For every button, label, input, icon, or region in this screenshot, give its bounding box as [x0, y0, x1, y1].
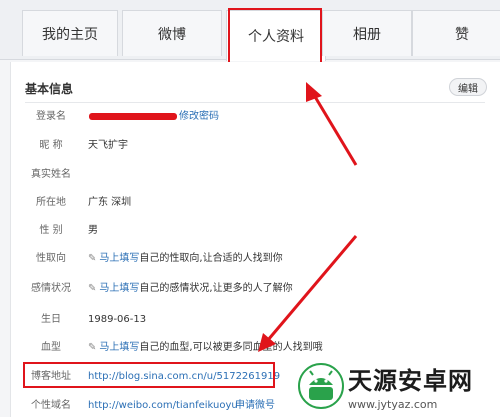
tab-like[interactable]: 赞: [412, 10, 500, 56]
blood-label: 血型: [41, 342, 61, 353]
fill-in-link[interactable]: 马上填写: [99, 253, 139, 264]
birthday-value: 1989-06-13: [88, 314, 147, 325]
row-blood: 血型 ✎ 马上填写自己的血型,可以被更多同血型的人找到哦: [11, 338, 500, 358]
realname-label: 真实姓名: [31, 169, 71, 180]
android-robot-icon: [298, 363, 344, 409]
highlight-box-profile-tab: [228, 8, 322, 67]
relationship-value: ✎ 马上填写自己的感情状况,让更多的人了解你: [88, 279, 293, 299]
domain-url-link[interactable]: http://weibo.com/tianfeikuoyu: [88, 396, 238, 416]
highlight-box-blog: [23, 362, 275, 388]
pencil-icon: ✎: [88, 253, 97, 264]
blood-hint: 自己的血型,可以被更多同血型的人找到哦: [139, 342, 323, 353]
relationship-hint: 自己的感情状况,让更多的人了解你: [139, 283, 293, 294]
location-value: 广东 深圳: [88, 197, 132, 208]
row-relationship: 感情状况 ✎ 马上填写自己的感情状况,让更多的人了解你: [11, 279, 500, 299]
redacted-login-name: [89, 113, 177, 120]
row-birthday: 生日 1989-06-13: [11, 310, 500, 330]
blood-value: ✎ 马上填写自己的血型,可以被更多同血型的人找到哦: [88, 338, 323, 358]
pencil-icon: ✎: [88, 283, 97, 294]
nickname-value: 天飞扩宇: [88, 140, 128, 151]
location-label: 所在地: [36, 197, 66, 208]
row-realname: 真实姓名: [11, 165, 500, 185]
row-gender: 性 别 男: [11, 221, 500, 241]
tab-my-homepage[interactable]: 我的主页: [22, 10, 118, 56]
tab-weibo[interactable]: 微博: [122, 10, 222, 56]
relationship-label: 感情状况: [31, 283, 71, 294]
edit-button[interactable]: 编辑: [449, 78, 487, 96]
domain-label: 个性域名: [31, 400, 71, 411]
pencil-icon: ✎: [88, 342, 97, 353]
gender-label: 性 别: [39, 225, 63, 236]
row-nickname: 昵 称 天飞扩宇: [11, 136, 500, 156]
birthday-label: 生日: [41, 314, 61, 325]
fill-in-link[interactable]: 马上填写: [99, 342, 139, 353]
row-login: 登录名 修改密码: [11, 107, 500, 127]
gender-value: 男: [88, 225, 98, 236]
change-password-link[interactable]: 修改密码: [179, 107, 219, 127]
orientation-hint: 自己的性取向,让合适的人找到你: [139, 253, 283, 264]
watermark: 天源安卓网 www.jytyaz.com: [298, 357, 494, 415]
apply-weihao-link[interactable]: 申请微号: [235, 396, 275, 416]
row-location: 所在地 广东 深圳: [11, 193, 500, 213]
login-label: 登录名: [36, 111, 66, 122]
watermark-title: 天源安卓网: [348, 367, 473, 395]
orientation-value: ✎ 马上填写自己的性取向,让合适的人找到你: [88, 249, 283, 269]
row-orientation: 性取向 ✎ 马上填写自己的性取向,让合适的人找到你: [11, 249, 500, 269]
section-title: 基本信息: [25, 82, 74, 96]
fill-in-link[interactable]: 马上填写: [99, 283, 139, 294]
watermark-url: www.jytyaz.com: [348, 398, 438, 411]
divider: [25, 102, 485, 103]
tab-album[interactable]: 相册: [322, 10, 412, 56]
nickname-label: 昵 称: [39, 140, 63, 151]
orientation-label: 性取向: [36, 253, 66, 264]
